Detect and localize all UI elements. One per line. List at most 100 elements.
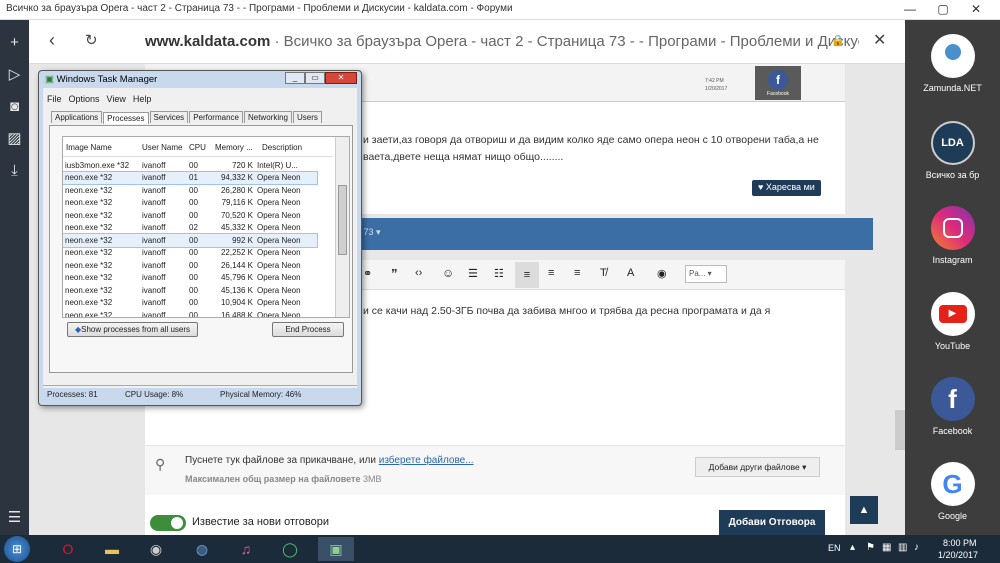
tm-menubar: File Options View Help	[47, 94, 151, 104]
speed-dial-google[interactable]: G Google	[905, 462, 1000, 521]
tab-performance[interactable]: Performance	[189, 111, 243, 123]
col-memory[interactable]: Memory ...	[215, 143, 253, 152]
qbittorrent-taskbar-icon[interactable]: ◍	[184, 537, 220, 561]
process-row[interactable]: neon.exe *32 ivanoff 00 79,116 K Opera Neon	[63, 197, 317, 210]
show-all-processes-button[interactable]: ◆Show processes from all users	[67, 322, 198, 337]
cell-memory: 16,488 K	[220, 310, 253, 318]
clock-time[interactable]: 8:00 PM	[943, 538, 977, 548]
bullet-list-icon[interactable]: ☰	[468, 267, 478, 280]
tm-menu-help[interactable]: Help	[133, 94, 152, 104]
editor-text[interactable]: и се качи над 2.50-3ГБ почва да забива м…	[363, 305, 770, 317]
plus-icon[interactable]: +	[0, 30, 29, 56]
task-manager-taskbar-icon[interactable]: ▣	[318, 537, 354, 561]
emoji-icon[interactable]: ☺	[442, 266, 454, 280]
back-icon[interactable]: ‹	[49, 30, 55, 51]
reply-button[interactable]: Добави Отговора	[719, 510, 825, 535]
play-icon[interactable]: ▷	[0, 62, 29, 88]
cell-memory: 992 K	[232, 235, 253, 245]
close-tab-icon[interactable]: ✕	[873, 30, 886, 50]
scroll-top-button[interactable]: ▲	[850, 496, 878, 524]
speed-dial-facebook[interactable]: f Facebook	[905, 377, 1000, 436]
numbered-list-icon[interactable]: ☷	[494, 267, 504, 280]
process-row[interactable]: neon.exe *32 ivanoff 01 94,332 K Opera Neon	[63, 170, 318, 185]
process-row[interactable]: neon.exe *32 ivanoff 00 70,520 K Opera Neon	[63, 209, 317, 222]
add-files-button[interactable]: Добави други файлове ▾	[695, 457, 820, 477]
align-left-icon[interactable]: ≡	[515, 262, 539, 288]
text-color-icon[interactable]: A	[627, 267, 634, 279]
process-row[interactable]: neon.exe *32 ivanoff 00 16,488 K Opera Neon	[63, 309, 317, 318]
quote-icon[interactable]: ”	[391, 266, 398, 281]
process-scrollbar[interactable]	[335, 137, 349, 317]
process-row[interactable]: iusb3mon.exe *32 ivanoff 00 720 K Intel(R) U…	[63, 159, 317, 172]
col-user-name[interactable]: User Name	[142, 143, 182, 152]
image-icon[interactable]: ▨	[0, 126, 29, 152]
tab-applications[interactable]: Applications	[51, 111, 103, 123]
editor-scrollbar[interactable]	[895, 410, 905, 450]
tray-app-icon[interactable]: ▦	[882, 542, 891, 553]
col-cpu[interactable]: CPU	[189, 143, 206, 152]
tab-users[interactable]: Users	[293, 111, 322, 123]
clock-date[interactable]: 1/20/2017	[938, 550, 978, 560]
process-row[interactable]: neon.exe *32 ivanoff 00 22,252 K Opera Neon	[63, 247, 317, 260]
download-icon[interactable]: ⤓	[0, 158, 29, 184]
opera-neon-taskbar-icon[interactable]: ◯	[272, 537, 308, 561]
reload-icon[interactable]: ↻	[85, 31, 98, 49]
close-button[interactable]: ✕	[961, 0, 991, 20]
process-row[interactable]: neon.exe *32 ivanoff 00 45,136 K Opera Neon	[63, 284, 317, 297]
tab-services[interactable]: Services	[149, 111, 189, 123]
link-icon[interactable]: ⚭	[363, 267, 372, 280]
code-icon[interactable]: ‹›	[415, 267, 422, 279]
maximize-button[interactable]: ▢	[928, 0, 958, 20]
process-row[interactable]: neon.exe *32 ivanoff 00 10,904 K Opera Neon	[63, 297, 317, 310]
tab-networking[interactable]: Networking	[243, 111, 292, 123]
camera-icon[interactable]: ◙	[0, 94, 29, 120]
col-image-name[interactable]: Image Name	[66, 143, 112, 152]
tm-minimize-button[interactable]: _	[285, 72, 305, 84]
cell-user-name: ivanoff	[142, 160, 166, 170]
like-button[interactable]: ♥ Харесва ми	[752, 180, 821, 196]
start-button[interactable]: ⊞	[4, 536, 30, 562]
align-center-icon[interactable]: ≡	[548, 267, 554, 279]
speed-dial-instagram[interactable]: Instagram	[905, 206, 1000, 265]
tray-flag-icon[interactable]: ⚑	[866, 542, 875, 553]
minimize-button[interactable]: —	[895, 0, 925, 20]
process-row[interactable]: neon.exe *32 ivanoff 00 26,144 K Opera Neon	[63, 259, 317, 272]
cell-image-name: neon.exe *32	[65, 198, 113, 208]
tm-menu-file[interactable]: File	[47, 94, 62, 104]
choose-files-link[interactable]: изберете файлове...	[379, 455, 474, 466]
preview-icon[interactable]: ◉	[657, 267, 667, 280]
opera-taskbar-icon[interactable]: O	[50, 537, 86, 561]
process-row[interactable]: neon.exe *32 ivanoff 02 45,332 K Opera Neon	[63, 222, 317, 235]
menu-icon[interactable]: ☰	[0, 505, 29, 531]
thumb-date: 1/20/2017	[705, 86, 728, 92]
align-right-icon[interactable]: ≡	[574, 267, 580, 279]
explorer-taskbar-icon[interactable]: ▬	[94, 537, 130, 561]
cell-image-name: neon.exe *32	[65, 273, 113, 283]
steam-taskbar-icon[interactable]: ◉	[138, 537, 174, 561]
speed-dial-zamunda[interactable]: Zamunda.NET	[905, 34, 1000, 93]
tm-menu-options[interactable]: Options	[69, 94, 100, 104]
tm-close-button[interactable]: ✕	[325, 72, 357, 84]
language-indicator[interactable]: EN	[828, 543, 841, 553]
url-field[interactable]: www.kaldata.com · Всичко за браузъра Ope…	[145, 33, 859, 50]
end-process-button[interactable]: End Process	[272, 322, 344, 337]
notify-toggle[interactable]	[150, 515, 186, 531]
format-select[interactable]: Pa... ▾	[685, 265, 727, 283]
speed-dial-youtube[interactable]: ▶ YouTube	[905, 292, 1000, 351]
address-bar: ‹ ↻ www.kaldata.com · Всичко за браузъра…	[29, 20, 905, 64]
process-row[interactable]: neon.exe *32 ivanoff 00 26,280 K Opera Neon	[63, 184, 317, 197]
tab-processes[interactable]: Processes	[103, 112, 149, 124]
tray-up-icon[interactable]: ▴	[850, 542, 855, 553]
col-description[interactable]: Description	[262, 143, 302, 152]
speed-dial-kaldata[interactable]: LDA Всичко за бр	[905, 121, 1000, 180]
scrollbar-thumb[interactable]	[338, 185, 347, 255]
volume-icon[interactable]: ♪	[914, 542, 919, 553]
clear-format-icon[interactable]: T̸	[600, 267, 607, 279]
process-row[interactable]: neon.exe *32 ivanoff 00 992 K Opera Neon	[63, 233, 318, 248]
itunes-taskbar-icon[interactable]: ♫	[228, 537, 264, 561]
tm-menu-view[interactable]: View	[107, 94, 126, 104]
network-icon[interactable]: ▥	[898, 542, 907, 553]
process-list[interactable]: Image Name User Name CPU Memory ... Desc…	[62, 136, 350, 318]
process-row[interactable]: neon.exe *32 ivanoff 00 45,796 K Opera Neon	[63, 272, 317, 285]
tm-restore-button[interactable]: ▭	[305, 72, 325, 84]
